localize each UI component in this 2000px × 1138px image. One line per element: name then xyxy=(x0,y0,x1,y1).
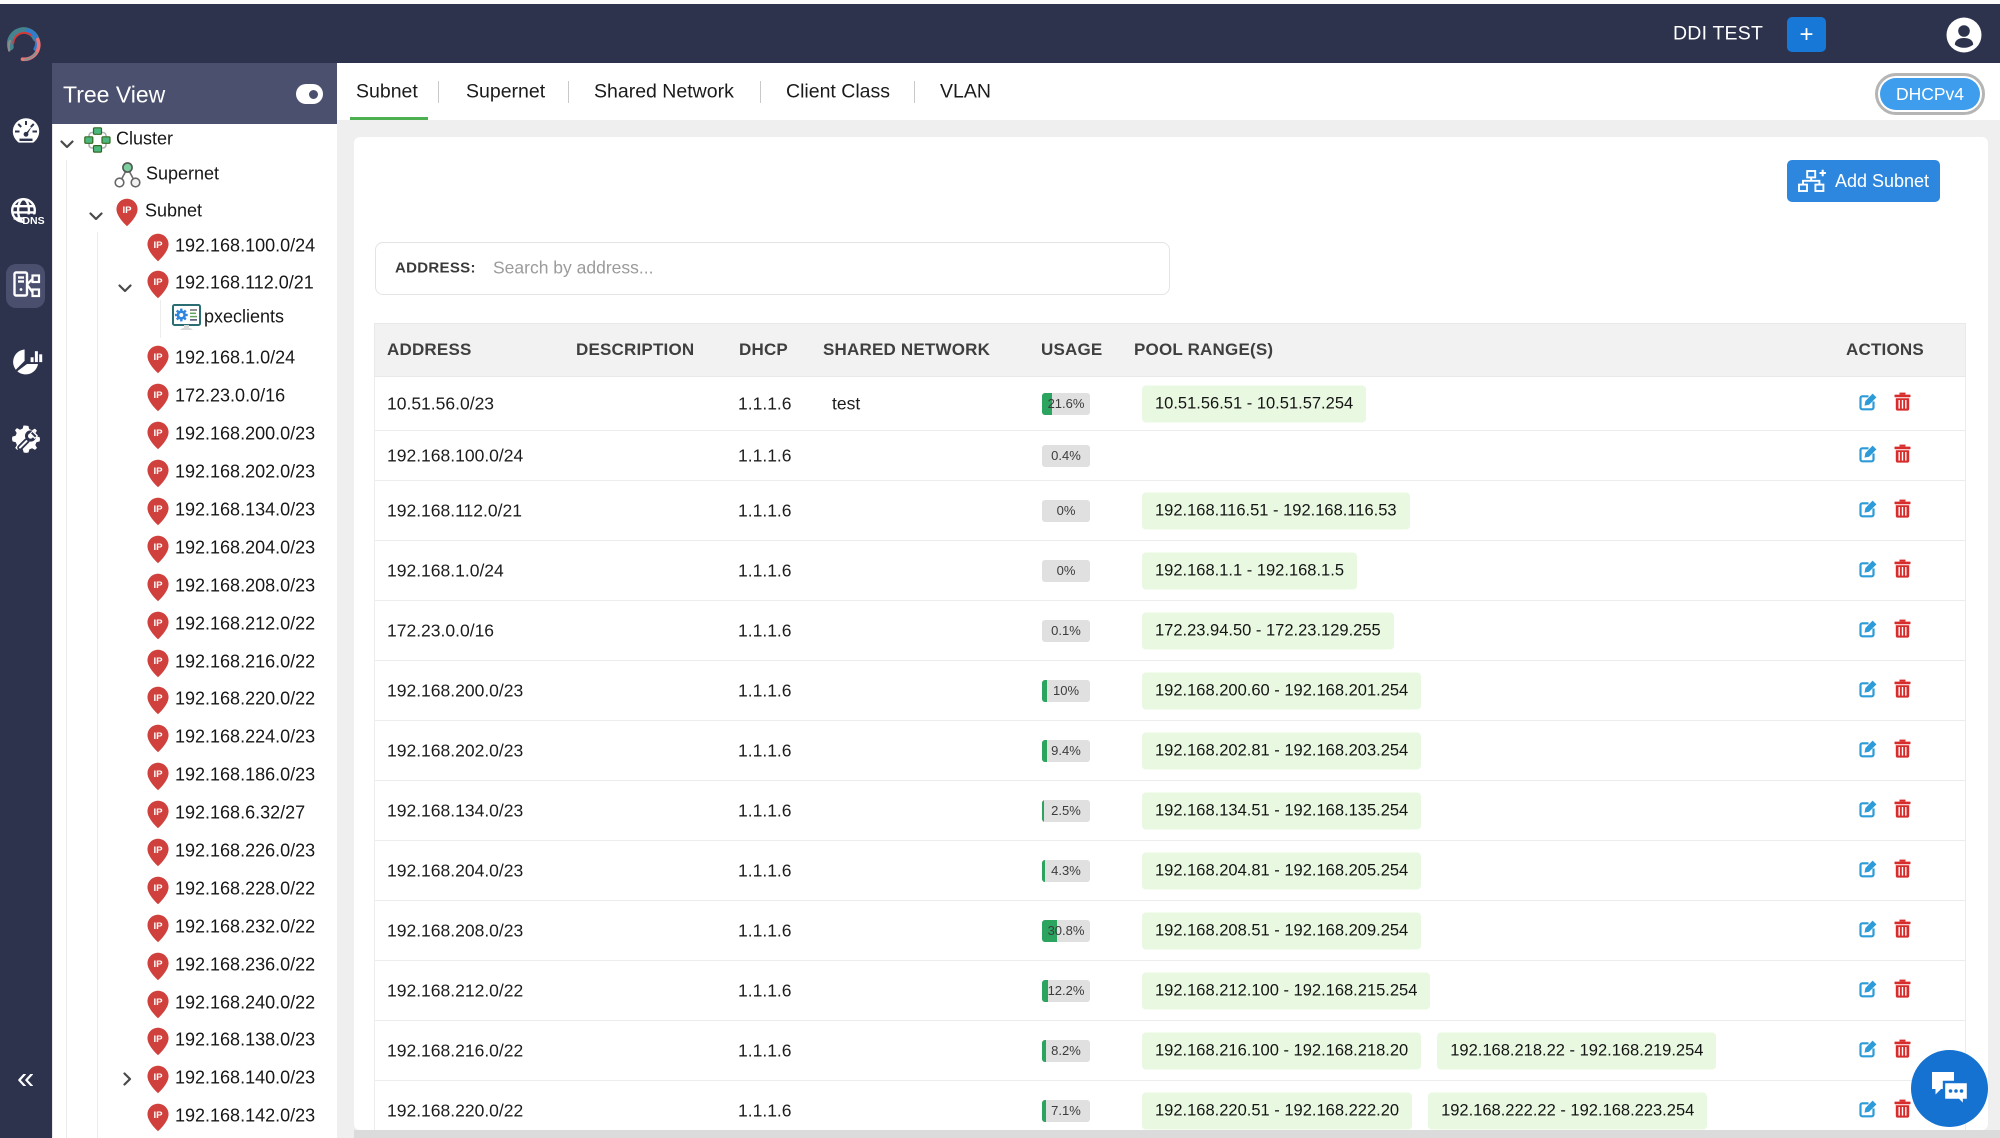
svg-text:IP: IP xyxy=(153,768,163,779)
svg-text:IP: IP xyxy=(153,465,163,476)
svg-text:IP: IP xyxy=(153,389,163,400)
svg-text:IP: IP xyxy=(153,806,163,817)
svg-text:IP: IP xyxy=(153,617,163,628)
svg-text:IP: IP xyxy=(153,996,163,1007)
svg-text:IP: IP xyxy=(153,882,163,893)
svg-text:IP: IP xyxy=(153,1071,163,1082)
svg-text:IP: IP xyxy=(153,1109,163,1120)
svg-text:IP: IP xyxy=(153,730,163,741)
svg-text:IP: IP xyxy=(153,958,163,969)
svg-text:IP: IP xyxy=(153,276,163,287)
svg-text:IP: IP xyxy=(153,844,163,855)
svg-text:IP: IP xyxy=(153,920,163,931)
svg-text:IP: IP xyxy=(153,503,163,514)
svg-text:IP: IP xyxy=(122,204,132,215)
svg-text:IP: IP xyxy=(153,351,163,362)
svg-text:IP: IP xyxy=(153,579,163,590)
svg-text:IP: IP xyxy=(153,239,163,250)
svg-text:IP: IP xyxy=(153,1033,163,1044)
svg-text:IP: IP xyxy=(153,541,163,552)
svg-text:IP: IP xyxy=(153,655,163,666)
svg-text:IP: IP xyxy=(153,692,163,703)
svg-text:IP: IP xyxy=(153,427,163,438)
svg-text:DNS: DNS xyxy=(22,215,44,227)
